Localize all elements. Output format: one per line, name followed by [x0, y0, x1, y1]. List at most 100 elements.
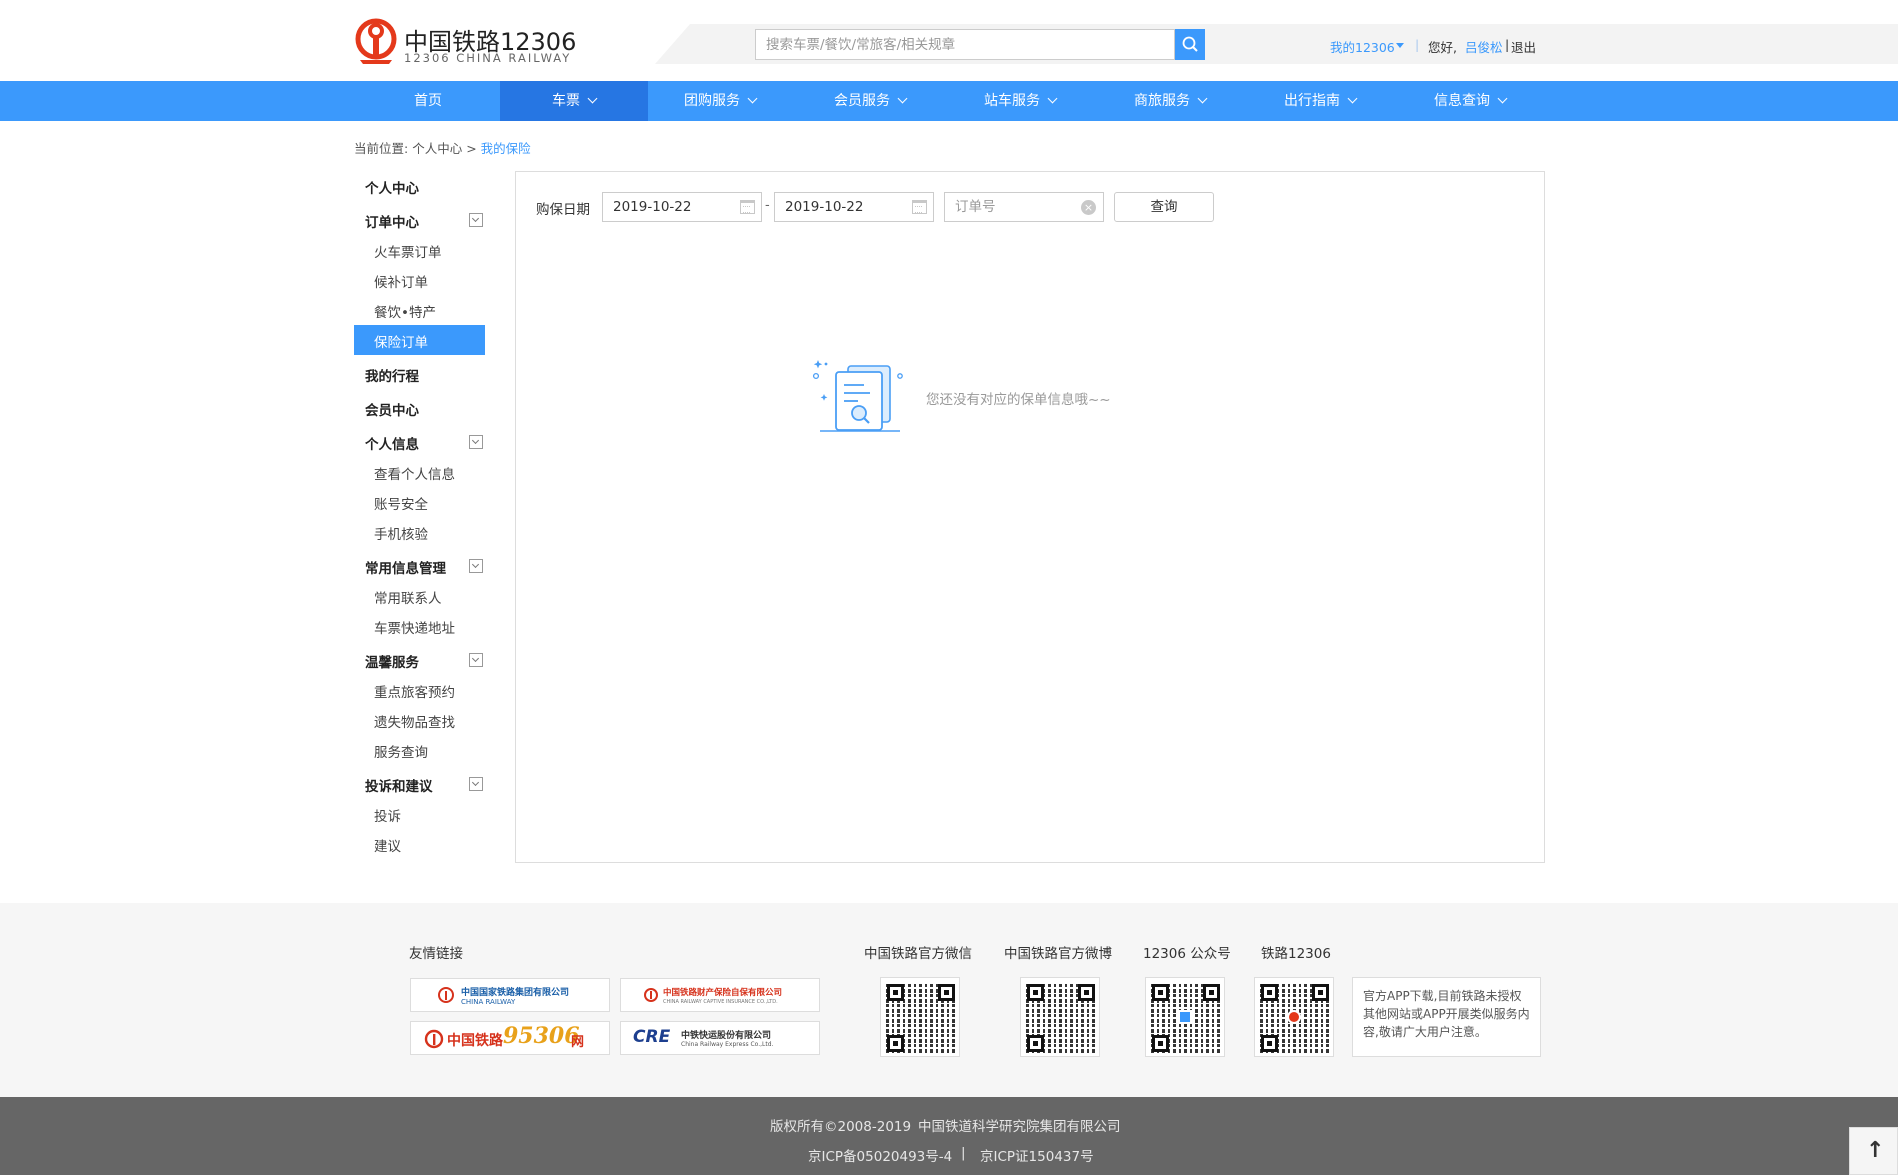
sidebar-item-lost-found[interactable]: 遗失物品查找 [374, 711, 455, 731]
partner-link-cre[interactable]: CRE 中铁快运股份有限公司 China Railway Express Co.… [620, 1021, 820, 1055]
chevron-down-icon [1497, 93, 1508, 104]
nav-info-query[interactable]: 信息查询 [1396, 81, 1544, 121]
sidebar-item-service-query[interactable]: 服务查询 [374, 741, 428, 761]
start-date-field[interactable]: 2019-10-22 [602, 192, 762, 222]
sidebar-item-waitlist-orders[interactable]: 候补订单 [374, 271, 428, 291]
nav-tickets[interactable]: 车票 [500, 81, 648, 121]
railway-logo-icon [644, 988, 658, 1002]
divider: | [961, 1145, 966, 1161]
sidebar-member-center[interactable]: 会员中心 [365, 399, 419, 419]
chevron-down-icon[interactable] [1396, 43, 1404, 48]
qr-title-public-account: 12306 公众号 [1143, 946, 1231, 962]
sidebar-common-info[interactable]: 常用信息管理 [365, 557, 446, 577]
partner-link-insurance[interactable]: 中国铁路财产保险自保有限公司 CHINA RAILWAY CAPTIVE INS… [620, 978, 820, 1012]
divider: | [1505, 37, 1510, 52]
search-button[interactable] [1175, 29, 1205, 60]
order-number-placeholder: 订单号 [955, 199, 996, 215]
sidebar-item-train-orders[interactable]: 火车票订单 [374, 241, 442, 261]
qr-code-wechat [880, 977, 960, 1057]
nav-member[interactable]: 会员服务 [796, 81, 944, 121]
icp-license[interactable]: 京ICP证150437号 [980, 1145, 1094, 1165]
my12306-link[interactable]: 我的12306 [1330, 37, 1395, 56]
nav-business-travel[interactable]: 商旅服务 [1096, 81, 1244, 121]
copyright-bar: 版权所有©2008-2019 中国铁道科学研究院集团有限公司 京ICP备0502… [0, 1097, 1898, 1175]
qr-code-railway12306-app [1254, 977, 1334, 1057]
qr-title-weibo: 中国铁路官方微博 [1004, 946, 1112, 962]
railway-logo-icon[interactable] [354, 18, 398, 64]
calendar-icon[interactable] [740, 200, 755, 214]
friend-links-title: 友情链接 [409, 946, 463, 962]
sidebar-item-delivery-address[interactable]: 车票快递地址 [374, 617, 455, 637]
partner-name: 中国铁路财产保险自保有限公司 [663, 988, 783, 998]
start-date-value: 2019-10-22 [613, 199, 692, 215]
username-link[interactable]: 吕俊松 [1465, 37, 1503, 56]
document-search-icon [812, 360, 903, 432]
nav-label: 出行指南 [1284, 93, 1340, 109]
search-input[interactable] [764, 30, 1164, 59]
collapse-toggle-icon[interactable] [469, 213, 483, 227]
sidebar-item-contacts[interactable]: 常用联系人 [374, 587, 442, 607]
nav-group-buy[interactable]: 团购服务 [646, 81, 794, 121]
railway-logo-icon [438, 987, 454, 1003]
sidebar-item-complaint[interactable]: 投诉 [374, 805, 401, 825]
sidebar-warm-service[interactable]: 温馨服务 [365, 651, 419, 671]
greeting-text: 您好, [1428, 40, 1457, 55]
partner-suffix: 网 [571, 1035, 585, 1050]
sidebar-personal-center[interactable]: 个人中心 [365, 177, 419, 197]
breadcrumb: 当前位置: 个人中心 > 我的保险 [354, 138, 531, 157]
nav-home[interactable]: 首页 [354, 81, 502, 121]
nav-label: 商旅服务 [1134, 93, 1190, 109]
sidebar-my-trips[interactable]: 我的行程 [365, 365, 419, 385]
partner-name: 中铁快运股份有限公司 [681, 1031, 772, 1041]
query-button[interactable]: 查询 [1114, 192, 1214, 222]
qr-title-wechat: 中国铁路官方微信 [864, 946, 972, 962]
icp-record[interactable]: 京ICP备05020493号-4 [808, 1145, 952, 1165]
partner-link-95306[interactable]: 中国铁路 95306 网 [410, 1021, 610, 1055]
sidebar-item-account-security[interactable]: 账号安全 [374, 493, 428, 513]
chevron-down-icon [587, 93, 598, 104]
end-date-field[interactable]: 2019-10-22 [774, 192, 934, 222]
purchase-date-label: 购保日期 [536, 202, 590, 218]
collapse-toggle-icon[interactable] [469, 653, 483, 667]
partner-sub: CHINA RAILWAY [461, 998, 516, 1006]
nav-label: 车票 [552, 93, 580, 109]
nav-label: 首页 [414, 93, 442, 109]
sidebar-item-suggestion[interactable]: 建议 [374, 835, 401, 855]
copyright-org: 中国铁道科学研究院集团有限公司 [918, 1119, 1121, 1135]
qr-code-public-account [1145, 977, 1225, 1057]
breadcrumb-parent[interactable]: 个人中心 [412, 141, 462, 156]
railway-logo-icon [424, 1029, 444, 1049]
site-header: 中国铁路12306 12306 CHINA RAILWAY 我的12306 | … [0, 0, 1898, 81]
collapse-toggle-icon[interactable] [469, 559, 483, 573]
empty-state-message: 您还没有对应的保单信息哦~~ [926, 392, 1111, 408]
logout-link[interactable]: 退出 [1511, 37, 1536, 56]
partner-name: 中国国家铁路集团有限公司 [461, 988, 570, 998]
sidebar-item-catering[interactable]: 餐饮•特产 [374, 301, 436, 321]
qr-code-weibo [1020, 977, 1100, 1057]
collapse-toggle-icon[interactable] [469, 777, 483, 791]
breadcrumb-sep: > [466, 141, 477, 156]
back-to-top-button[interactable]: ↑ [1849, 1127, 1898, 1175]
copyright-text: 版权所有©2008-2019 [770, 1119, 912, 1135]
sidebar-complaints[interactable]: 投诉和建议 [365, 775, 433, 795]
clear-icon[interactable]: × [1081, 200, 1096, 215]
nav-station-service[interactable]: 站车服务 [946, 81, 1094, 121]
sidebar-item-key-passenger[interactable]: 重点旅客预约 [374, 681, 455, 701]
date-range-dash: - [765, 198, 770, 213]
sidebar-item-phone-verify[interactable]: 手机核验 [374, 523, 428, 543]
partner-sub: China Railway Express Co.,Ltd. [681, 1041, 774, 1048]
sidebar-personal-info[interactable]: 个人信息 [365, 433, 419, 453]
end-date-value: 2019-10-22 [785, 199, 864, 215]
arrow-up-icon: ↑ [1866, 1138, 1885, 1163]
partner-link-china-railway[interactable]: 中国国家铁路集团有限公司 CHINA RAILWAY [410, 978, 610, 1012]
nav-travel-guide[interactable]: 出行指南 [1246, 81, 1394, 121]
sidebar-item-view-info[interactable]: 查看个人信息 [374, 463, 455, 483]
collapse-toggle-icon[interactable] [469, 435, 483, 449]
sidebar-item-insurance-orders[interactable]: 保险订单 [374, 331, 428, 351]
chevron-down-icon [747, 93, 758, 104]
sidebar-order-center[interactable]: 订单中心 [365, 211, 419, 231]
partner-sub: CHINA RAILWAY CAPTIVE INSURANCE CO.,LTD. [663, 999, 778, 1005]
chevron-down-icon [897, 93, 908, 104]
order-number-field[interactable]: 订单号 × [944, 192, 1104, 222]
calendar-icon[interactable] [912, 200, 927, 214]
